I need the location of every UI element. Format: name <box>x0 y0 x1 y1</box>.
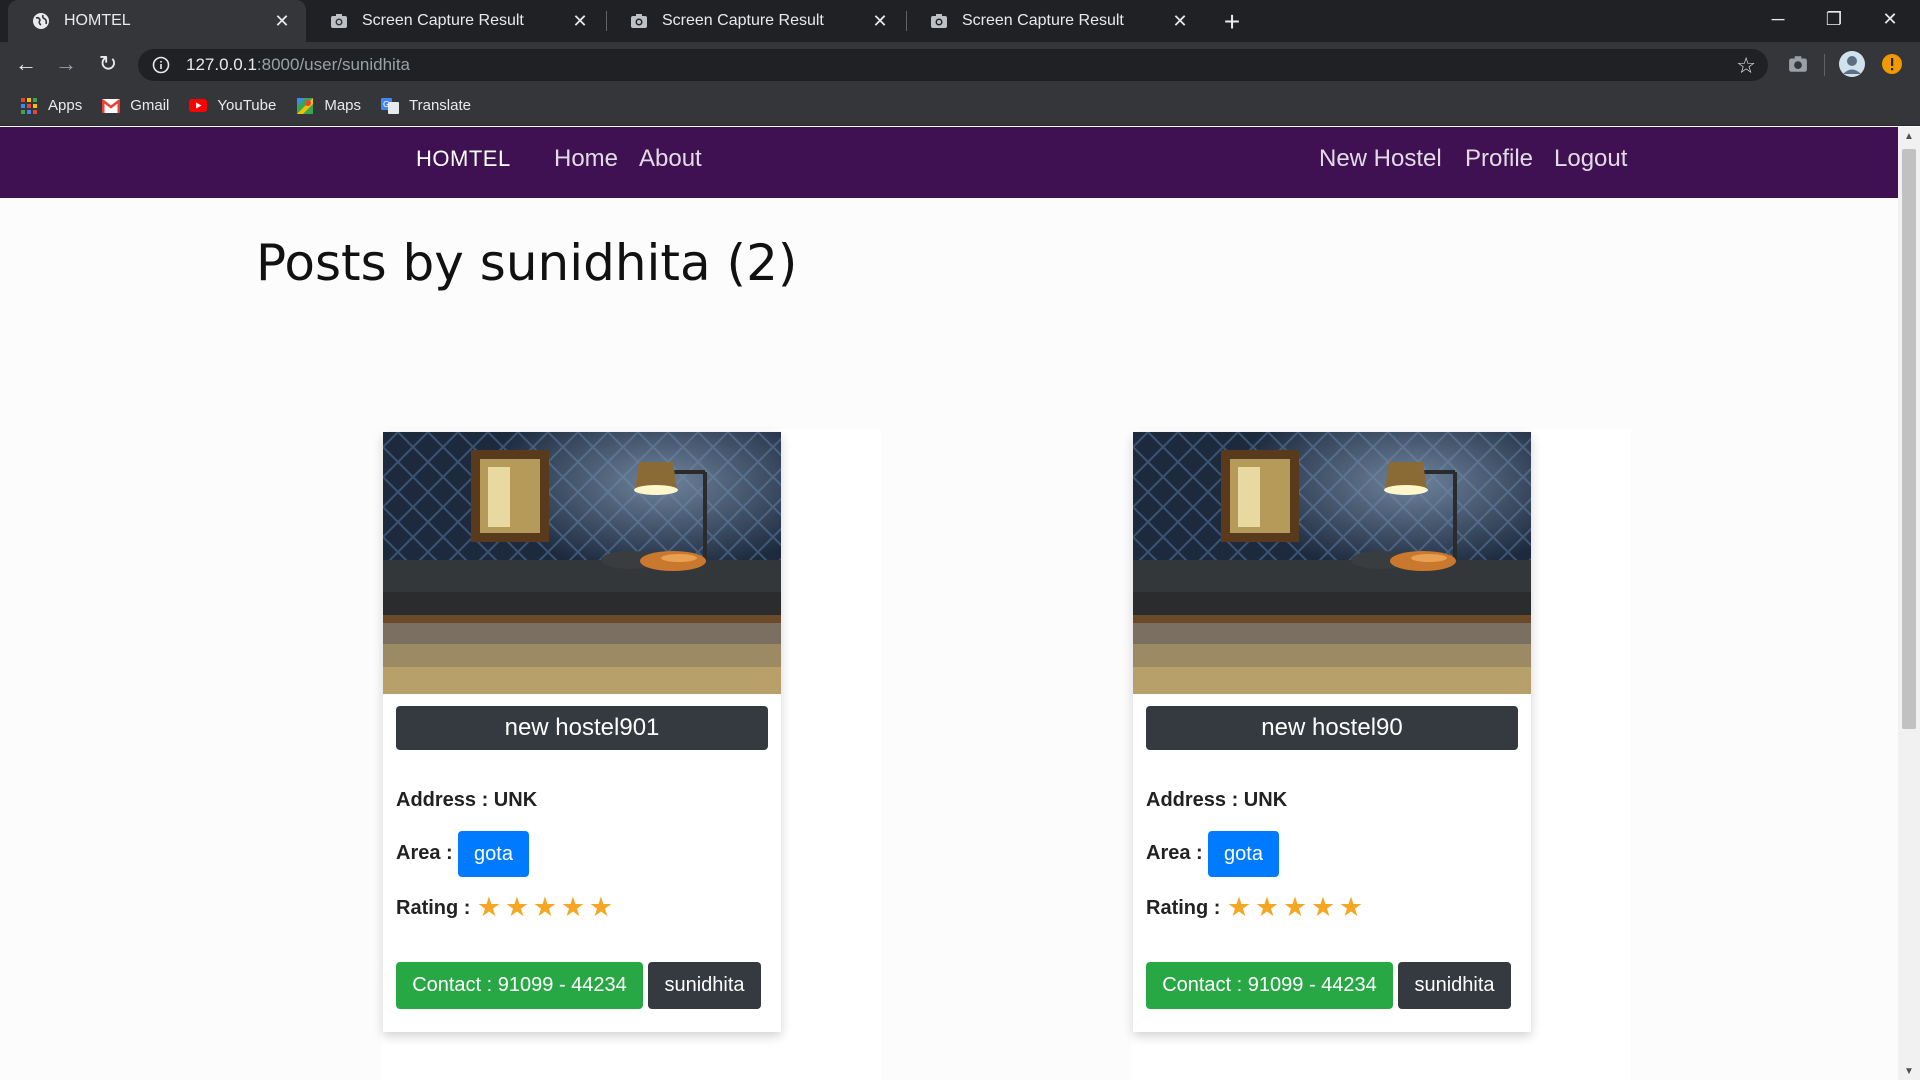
screen-capture-extension-icon[interactable] <box>1782 48 1814 80</box>
nav-link-new-hostel[interactable]: New Hostel <box>1319 145 1442 173</box>
bookmark-star-icon[interactable]: ☆ <box>1736 53 1756 79</box>
rating-stars: ★ ★ ★ ★ ★ <box>1225 893 1365 921</box>
rating-label: Rating : <box>396 897 471 919</box>
nav-link-about[interactable]: About <box>639 145 702 173</box>
camera-icon <box>630 12 648 30</box>
tab-title: HOMTEL <box>64 12 131 29</box>
window-close-icon[interactable]: ✕ <box>1862 0 1918 38</box>
area-badge[interactable]: gota <box>458 831 529 877</box>
forward-arrow-icon[interactable]: → <box>50 48 82 80</box>
bookmark-youtube[interactable]: YouTube <box>189 97 276 115</box>
contact-button[interactable]: Contact : 91099 - 44234 <box>396 962 643 1009</box>
bookmark-maps[interactable]: Maps <box>296 97 361 115</box>
tab-title: Screen Capture Result <box>362 12 524 29</box>
page-scrollbar[interactable]: ▲ ▼ <box>1898 127 1920 1080</box>
area-label: Area : <box>396 842 453 864</box>
address-bar[interactable]: 127.0.0.1:8000/user/sunidhita ☆ <box>138 49 1768 81</box>
tab-screen-capture-3[interactable]: Screen Capture Result ✕ <box>906 0 1204 42</box>
rating-label: Rating : <box>1146 897 1221 919</box>
toolbar-divider <box>1824 54 1825 76</box>
site-info-icon[interactable] <box>150 54 172 76</box>
url-text: 127.0.0.1:8000/user/sunidhita <box>186 55 410 75</box>
page-viewport: HOMTEL Home About New Hostel Profile Log… <box>0 127 1898 1080</box>
tab-homtel[interactable]: HOMTEL ✕ <box>8 0 306 42</box>
close-tab-icon[interactable]: ✕ <box>1168 9 1192 33</box>
minimize-icon[interactable]: ─ <box>1750 0 1806 38</box>
site-navbar: HOMTEL Home About New Hostel Profile Log… <box>0 127 1898 198</box>
tab-screen-capture-1[interactable]: Screen Capture Result ✕ <box>306 0 604 42</box>
close-tab-icon[interactable]: ✕ <box>270 9 294 33</box>
nav-link-logout[interactable]: Logout <box>1554 145 1627 173</box>
star-icon: ★ <box>1226 892 1252 922</box>
tab-strip: HOMTEL ✕ Screen Capture Result ✕ Screen … <box>0 0 1920 42</box>
apps-grid-icon <box>20 97 38 115</box>
hostel-card: new hostel901 Address : UNK Area : gota … <box>383 432 781 1032</box>
restore-icon[interactable]: ❐ <box>1806 0 1862 38</box>
star-icon: ★ <box>1338 892 1364 922</box>
bookmark-label: YouTube <box>217 97 277 114</box>
camera-icon <box>930 12 948 30</box>
bookmark-label: Maps <box>324 97 362 114</box>
scrollbar-thumb[interactable] <box>1902 149 1916 729</box>
bookmark-gmail[interactable]: Gmail <box>102 97 169 115</box>
hostel-address: Address : UNK <box>1146 789 1288 811</box>
browser-toolbar: ← → ↻ 127.0.0.1:8000/user/sunidhita ☆ <box>0 42 1920 86</box>
nav-link-home[interactable]: Home <box>554 145 618 173</box>
bookmarks-bar: Apps Gmail YouTube Maps G Translate <box>0 86 1920 126</box>
bookmark-label: Gmail <box>130 97 170 114</box>
profile-avatar[interactable] <box>1836 48 1868 80</box>
maps-icon <box>296 97 314 115</box>
camera-icon <box>330 12 348 30</box>
svg-text:G: G <box>383 100 389 109</box>
star-icon: ★ <box>504 892 530 922</box>
url-path: :8000/user/sunidhita <box>256 55 411 74</box>
scroll-down-icon[interactable]: ▼ <box>1898 1062 1920 1080</box>
hostel-address: Address : UNK <box>396 789 538 811</box>
bookmark-translate[interactable]: G Translate <box>381 97 471 115</box>
scroll-up-icon[interactable]: ▲ <box>1898 127 1920 145</box>
hostel-photo <box>383 432 781 694</box>
hostel-name-button[interactable]: new hostel901 <box>396 706 768 750</box>
reload-icon[interactable]: ↻ <box>92 48 124 80</box>
star-icon: ★ <box>588 892 614 922</box>
tab-title: Screen Capture Result <box>962 12 1124 29</box>
page-title: Posts by sunidhita (2) <box>256 234 798 292</box>
owner-button[interactable]: sunidhita <box>1398 962 1511 1009</box>
tab-screen-capture-2[interactable]: Screen Capture Result ✕ <box>606 0 904 42</box>
navbar-brand[interactable]: HOMTEL <box>416 146 511 172</box>
bookmark-apps[interactable]: Apps <box>20 97 82 115</box>
translate-icon: G <box>381 97 400 115</box>
close-tab-icon[interactable]: ✕ <box>568 9 592 33</box>
area-badge[interactable]: gota <box>1208 831 1279 877</box>
star-icon: ★ <box>532 892 558 922</box>
nav-link-profile[interactable]: Profile <box>1465 145 1533 173</box>
gmail-icon <box>102 97 121 115</box>
star-icon: ★ <box>1310 892 1336 922</box>
area-label: Area : <box>1146 842 1203 864</box>
globe-icon <box>32 12 50 30</box>
bookmark-label: Translate <box>409 97 471 114</box>
star-icon: ★ <box>560 892 586 922</box>
new-tab-plus-icon[interactable]: + <box>1216 6 1248 38</box>
star-icon: ★ <box>1282 892 1308 922</box>
bookmark-label: Apps <box>48 97 83 114</box>
hostel-name-button[interactable]: new hostel90 <box>1146 706 1518 750</box>
youtube-icon <box>189 97 208 115</box>
back-arrow-icon[interactable]: ← <box>10 48 42 80</box>
hostel-photo <box>1133 432 1531 694</box>
update-alert-icon[interactable] <box>1876 48 1908 80</box>
star-icon: ★ <box>476 892 502 922</box>
close-tab-icon[interactable]: ✕ <box>868 9 892 33</box>
owner-button[interactable]: sunidhita <box>648 962 761 1009</box>
url-host: 127.0.0.1 <box>186 55 257 74</box>
contact-button[interactable]: Contact : 91099 - 44234 <box>1146 962 1393 1009</box>
rating-stars: ★ ★ ★ ★ ★ <box>475 893 615 921</box>
star-icon: ★ <box>1254 892 1280 922</box>
tab-title: Screen Capture Result <box>662 12 824 29</box>
hostel-card: new hostel90 Address : UNK Area : gota R… <box>1133 432 1531 1032</box>
